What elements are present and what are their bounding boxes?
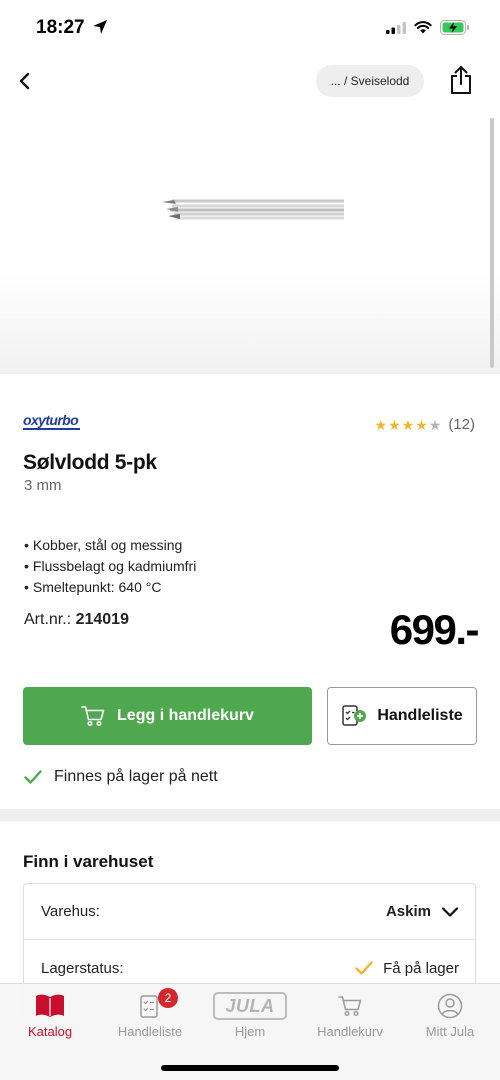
stock-status-value: Få på lager (383, 959, 459, 977)
wifi-icon (414, 21, 432, 34)
breadcrumb[interactable]: ... / Sveiselodd (316, 65, 424, 97)
star-icon: ★ (388, 416, 401, 433)
status-time: 18:27 (36, 17, 85, 38)
brand-logo: oxyturbo (23, 412, 80, 430)
online-stock-status: Finnes på lager på nett (24, 768, 218, 786)
navigation-bar: ... / Sveiselodd (0, 56, 500, 108)
tab-label: Hjem (234, 1024, 266, 1039)
feature-item: • Kobber, stål og messing (24, 537, 183, 553)
rating-count: (12) (448, 416, 475, 433)
feature-text: Flussbelagt og kadmiumfri (32, 558, 197, 574)
back-button[interactable] (8, 64, 42, 98)
store-finder-title: Finn i varehuset (23, 852, 154, 871)
add-to-shopping-list-button[interactable]: Handleliste (327, 687, 477, 745)
feature-text: Smeltepunkt: 640 °C (32, 579, 162, 595)
warehouse-selector[interactable]: Varehus: Askim (24, 884, 475, 940)
tab-handlekurv[interactable]: Handlekurv (300, 990, 400, 1048)
tab-handleliste[interactable]: 2 Handleliste (100, 988, 200, 1048)
article-number: Art.nr.: 214019 (24, 611, 129, 629)
tab-hjem[interactable]: JULA Hjem (200, 990, 300, 1048)
feature-list: • Kobber, stål og messing • Flussbelagt og… (24, 535, 196, 598)
add-to-cart-label: Legg i handlekurv (117, 707, 254, 724)
chevron-down-icon (441, 906, 459, 917)
location-arrow-icon (93, 20, 107, 34)
notification-badge: 2 (158, 988, 178, 1008)
catalog-book-icon (36, 994, 64, 1017)
scroll-indicator (490, 118, 494, 368)
product-rating[interactable]: ★ ★ ★ ★ ★ (12) (375, 416, 476, 433)
tab-katalog[interactable]: Katalog (0, 990, 100, 1048)
star-icon: ★ (415, 416, 428, 433)
user-profile-icon (437, 993, 463, 1019)
product-subtitle: 3 mm (24, 477, 62, 494)
share-icon (451, 66, 471, 94)
status-bar: 18:27 (0, 0, 500, 56)
cellular-signal-icon (386, 21, 406, 34)
article-number-value: 214019 (75, 611, 129, 628)
star-icon: ★ (374, 416, 388, 433)
shopping-list-label: Handleliste (377, 707, 463, 724)
add-to-cart-button[interactable]: Legg i handlekurv (23, 687, 312, 745)
product-title: Sølvlodd 5-pk (23, 451, 157, 474)
tab-label: Handlekurv (317, 1024, 383, 1039)
shopping-cart-icon (338, 996, 362, 1017)
battery-charging-icon (440, 20, 469, 35)
tab-label: Handleliste (117, 1024, 183, 1039)
feature-text: Kobber, stål og messing (32, 537, 183, 553)
article-number-label: Art.nr.: (24, 611, 72, 628)
svg-text:oxyturbo: oxyturbo (23, 412, 79, 428)
chevron-left-icon (19, 72, 30, 90)
share-button[interactable] (446, 62, 476, 98)
shopping-cart-icon (81, 706, 105, 727)
warehouse-value: Askim (385, 903, 431, 920)
online-stock-text: Finnes på lager på nett (54, 768, 218, 785)
jula-logo: JULA (213, 992, 287, 1020)
add-to-list-icon (342, 705, 367, 726)
tab-label: Katalog (27, 1024, 73, 1039)
section-divider (0, 809, 500, 821)
tab-label: Mitt Jula (425, 1024, 475, 1039)
feature-item: • Smeltepunkt: 640 °C (24, 579, 162, 595)
checkmark-icon (355, 961, 373, 975)
home-indicator (161, 1065, 339, 1071)
stock-status-label: Lagerstatus: (41, 959, 124, 977)
product-price: 699.- (389, 606, 480, 653)
tab-mitt-jula[interactable]: Mitt Jula (400, 990, 500, 1048)
product-image (162, 199, 344, 220)
product-image-area[interactable] (0, 108, 500, 374)
feature-item: • Flussbelagt og kadmiumfri (24, 558, 197, 574)
warehouse-label: Varehus: (41, 903, 100, 920)
star-icon: ★ (428, 416, 442, 433)
checkmark-icon (24, 770, 42, 784)
status-indicators (386, 20, 470, 35)
star-icon: ★ (401, 416, 415, 433)
